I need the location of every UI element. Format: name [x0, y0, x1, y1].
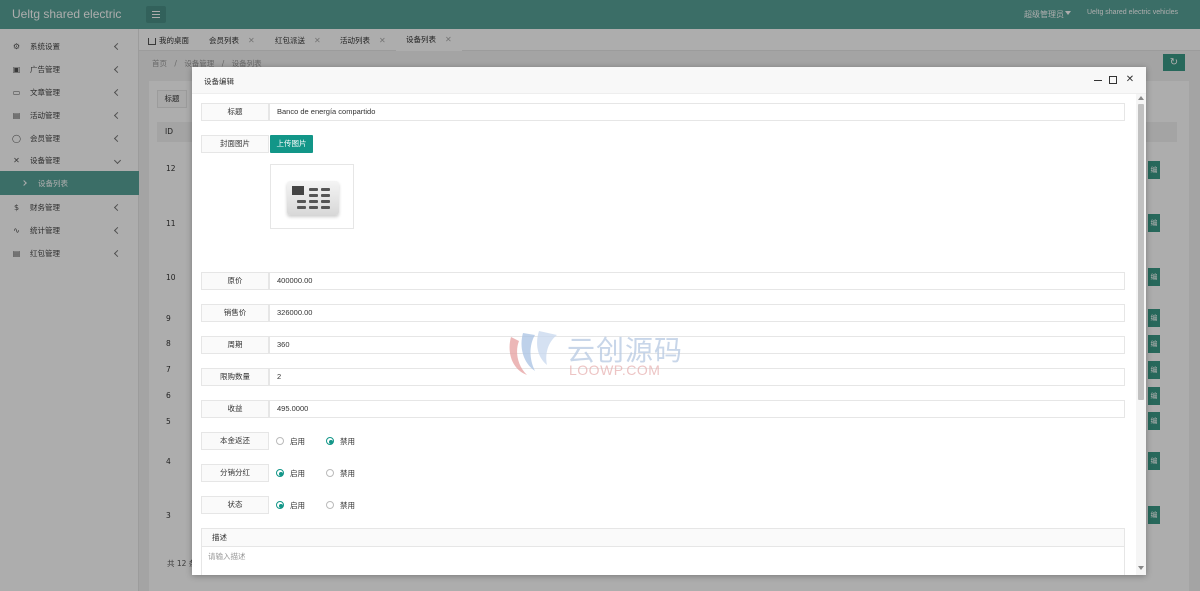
income-input[interactable]: 495.0000 [269, 400, 1125, 418]
watermark-english: LOOWP.COM [569, 362, 661, 378]
distribution-radio-group: 启用 禁用 [276, 464, 376, 482]
cycle-label: 周期 [201, 336, 269, 354]
radio-checked-icon[interactable] [276, 501, 284, 509]
status-enable-option[interactable]: 启用 [276, 500, 305, 511]
radio-icon[interactable] [276, 437, 284, 445]
purchase-limit-label: 限购数量 [201, 368, 269, 386]
device-edit-modal: 设备编辑 ✕ 标题 Banco de energía compartido 封面… [192, 67, 1146, 575]
option-label: 禁用 [340, 468, 355, 478]
minimize-icon[interactable] [1093, 75, 1103, 85]
purchase-limit-input[interactable]: 2 [269, 368, 1125, 386]
option-label: 禁用 [340, 500, 355, 510]
distribution-label: 分销分红 [201, 464, 269, 482]
watermark: 云创源码 LOOWP.COM [505, 329, 690, 381]
status-disable-option[interactable]: 禁用 [326, 500, 355, 511]
radio-icon[interactable] [326, 469, 334, 477]
maximize-icon[interactable] [1109, 76, 1117, 84]
radio-checked-icon[interactable] [276, 469, 284, 477]
scroll-up-arrow-icon[interactable] [1138, 96, 1144, 100]
cycle-input[interactable]: 360 [269, 336, 1125, 354]
income-label: 收益 [201, 400, 269, 418]
principal-disable-option[interactable]: 禁用 [326, 436, 355, 447]
principal-enable-option[interactable]: 启用 [276, 436, 305, 447]
option-label: 禁用 [340, 436, 355, 446]
original-price-input[interactable]: 400000.00 [269, 272, 1125, 290]
sale-price-label: 销售价 [201, 304, 269, 322]
cover-image-label: 封面图片 [201, 135, 269, 153]
title-label: 标题 [201, 103, 269, 121]
principal-return-radio-group: 启用 禁用 [276, 432, 376, 450]
scroll-thumb[interactable] [1138, 104, 1144, 400]
scroll-down-arrow-icon[interactable] [1138, 566, 1144, 570]
radio-icon[interactable] [326, 501, 334, 509]
status-label: 状态 [201, 496, 269, 514]
status-radio-group: 启用 禁用 [276, 496, 376, 514]
distribution-disable-option[interactable]: 禁用 [326, 468, 355, 479]
cover-image-thumbnail[interactable] [270, 164, 354, 229]
title-input[interactable]: Banco de energía compartido [269, 103, 1125, 121]
close-icon[interactable]: ✕ [1125, 75, 1135, 85]
modal-scrollbar[interactable] [1136, 94, 1146, 575]
option-label: 启用 [290, 436, 305, 446]
option-label: 启用 [290, 468, 305, 478]
power-bank-device-image [287, 181, 339, 215]
description-field[interactable]: 描述 请输入描述 [201, 528, 1125, 575]
original-price-label: 原价 [201, 272, 269, 290]
modal-header: 设备编辑 ✕ [192, 67, 1146, 94]
watermark-logo-icon [509, 331, 557, 375]
description-placeholder[interactable]: 请输入描述 [208, 551, 246, 562]
description-label: 描述 [202, 529, 1124, 547]
upload-image-button[interactable]: 上传图片 [270, 135, 313, 153]
distribution-enable-option[interactable]: 启用 [276, 468, 305, 479]
principal-return-label: 本金返还 [201, 432, 269, 450]
modal-title: 设备编辑 [204, 77, 234, 86]
option-label: 启用 [290, 500, 305, 510]
radio-checked-icon[interactable] [326, 437, 334, 445]
sale-price-input[interactable]: 326000.00 [269, 304, 1125, 322]
